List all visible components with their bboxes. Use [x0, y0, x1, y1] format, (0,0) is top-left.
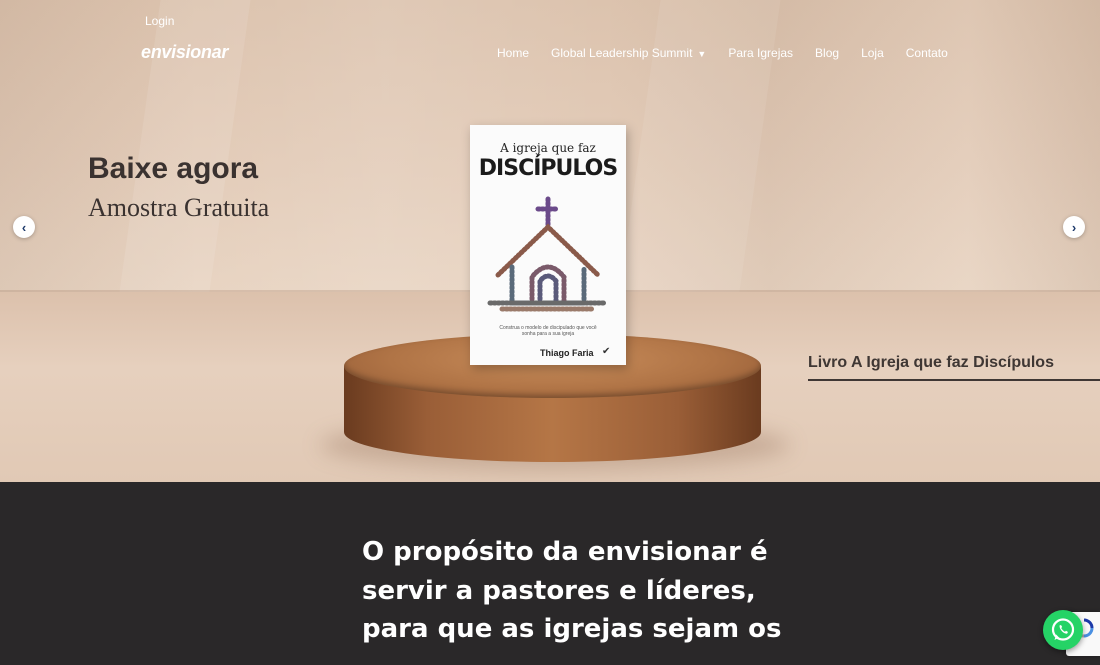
nav-para-igrejas[interactable]: Para Igrejas: [728, 46, 793, 60]
nav-gls-label: Global Leadership Summit: [551, 46, 693, 60]
nav-blog[interactable]: Blog: [815, 46, 839, 60]
whatsapp-button[interactable]: [1043, 610, 1083, 650]
nav-global-leadership-summit[interactable]: Global Leadership Summit ▼: [551, 46, 706, 60]
site-logo[interactable]: envisionar: [141, 42, 228, 63]
book-cover-image[interactable]: A igreja que faz DISCÍPULOS Construa o m…: [470, 125, 626, 365]
whatsapp-icon: [1051, 618, 1075, 641]
hero-headline: Baixe agora: [88, 152, 259, 185]
book-blurb: Construa o modelo de discipulado que voc…: [499, 325, 597, 337]
slide-caption-link[interactable]: Livro A Igreja que faz Discípulos: [808, 354, 1054, 372]
slider-prev-button[interactable]: ‹: [13, 216, 35, 238]
main-nav: Home Global Leadership Summit ▼ Para Igre…: [497, 46, 970, 60]
book-subtitle: A igreja que faz: [500, 141, 596, 155]
nav-home[interactable]: Home: [497, 46, 529, 60]
chevron-right-icon: ›: [1071, 219, 1077, 235]
publisher-logo-icon: ✔: [602, 346, 611, 357]
login-link[interactable]: Login: [145, 14, 174, 28]
caption-underline: [808, 379, 1100, 381]
book-title: DISCÍPULOS: [478, 156, 618, 181]
hero-subheadline: Amostra Gratuita: [88, 193, 270, 222]
slider-next-button[interactable]: ›: [1063, 216, 1085, 238]
nav-loja[interactable]: Loja: [861, 46, 884, 60]
nav-contato[interactable]: Contato: [906, 46, 948, 60]
chevron-down-icon: ▼: [697, 49, 707, 59]
book-author: Thiago Faria: [540, 348, 594, 358]
purpose-heading: O propósito da envisionar é servir a pas…: [362, 537, 782, 644]
church-crowd-illustration: [487, 196, 609, 312]
hero-slider: A igreja que faz DISCÍPULOS Construa o m…: [0, 0, 1100, 482]
chevron-left-icon: ‹: [21, 219, 27, 235]
